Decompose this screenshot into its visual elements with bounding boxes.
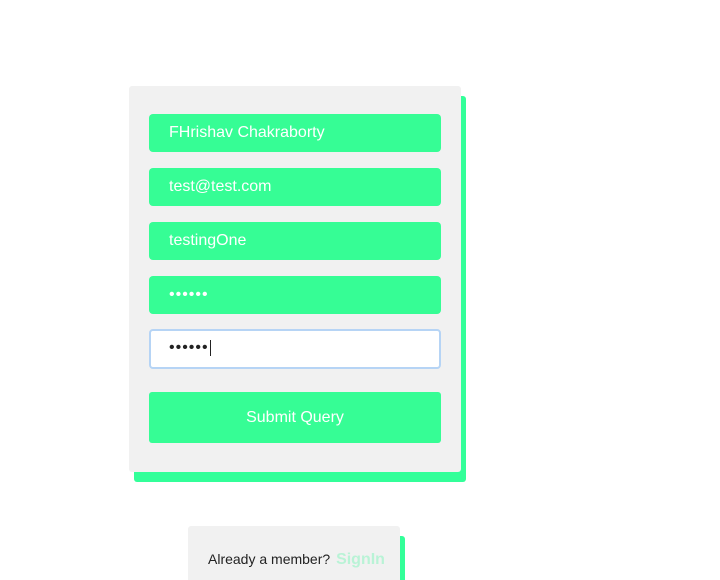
name-input[interactable] xyxy=(149,114,441,152)
password-input[interactable]: •••••• xyxy=(149,276,441,314)
signup-form: •••••• •••••• Submit Query xyxy=(129,86,461,472)
already-member-text: Already a member? xyxy=(208,551,331,567)
signin-prompt-card: Already a member? SignIn xyxy=(188,526,400,580)
password-masked-value: •••••• xyxy=(169,286,209,303)
confirm-password-masked-value: •••••• xyxy=(169,339,209,356)
signin-link[interactable]: SignIn xyxy=(336,551,385,568)
confirm-password-input[interactable]: •••••• xyxy=(149,329,441,369)
signin-prompt: Already a member? SignIn xyxy=(208,551,385,569)
submit-button[interactable]: Submit Query xyxy=(149,392,441,443)
username-input[interactable] xyxy=(149,222,441,260)
email-input[interactable] xyxy=(149,168,441,206)
text-caret xyxy=(209,339,211,356)
page: •••••• •••••• Submit Query Already a mem… xyxy=(0,0,720,580)
